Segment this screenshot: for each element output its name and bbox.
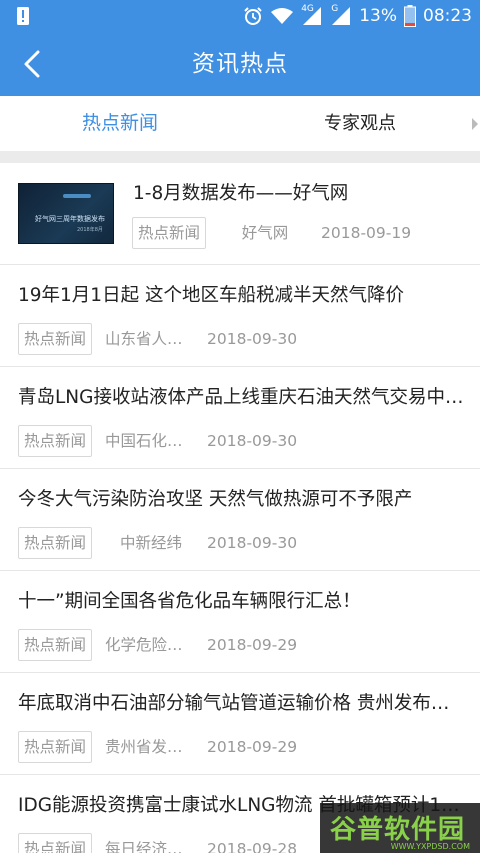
news-item[interactable]: 年底取消中石油部分输气站管道运输价格 贵州发布… 热点新闻 贵州省发改… 201…	[0, 673, 480, 775]
signal-icon	[332, 7, 351, 25]
news-date: 2018-09-28	[207, 840, 298, 853]
news-list[interactable]: 好气网三周年数据发布 2018年8月 1-8月数据发布——好气网 热点新闻 好气…	[0, 163, 480, 853]
chevron-right-icon[interactable]	[470, 114, 480, 134]
news-source: 中国石化新…	[105, 432, 197, 450]
category-tag: 热点新闻	[18, 629, 93, 661]
news-source: 贵州省发改…	[105, 738, 197, 756]
watermark-url: WWW.YXPDSD.COM	[390, 842, 470, 851]
category-tag: 热点新闻	[18, 527, 93, 559]
back-button[interactable]	[0, 32, 64, 96]
news-date: 2018-09-30	[207, 432, 298, 450]
news-source: 每日经济新…	[105, 840, 197, 853]
news-title: 今冬大气污染防治攻坚 天然气做热源可不予限产	[18, 489, 413, 510]
news-date: 2018-09-30	[207, 534, 298, 552]
news-item[interactable]: 19年1月1日起 这个地区车船税减半天然气降价 热点新闻 山东省人民… 2018…	[0, 265, 480, 367]
news-source: 化学危险品…	[105, 636, 197, 654]
tab-expert-views[interactable]: 专家观点	[240, 96, 480, 151]
news-item[interactable]: 好气网三周年数据发布 2018年8月 1-8月数据发布——好气网 热点新闻 好气…	[0, 163, 480, 265]
thumbnail-caption: 好气网三周年数据发布	[35, 215, 105, 223]
news-thumbnail: 好气网三周年数据发布 2018年8月	[18, 183, 114, 244]
news-title: 1-8月数据发布——好气网	[133, 183, 349, 204]
news-item[interactable]: 青岛LNG接收站液体产品上线重庆石油天然气交易中… 热点新闻 中国石化新… 20…	[0, 367, 480, 469]
news-title: 青岛LNG接收站液体产品上线重庆石油天然气交易中…	[18, 387, 464, 408]
category-tag: 热点新闻	[18, 731, 93, 763]
battery-icon	[404, 5, 416, 27]
category-tag: 热点新闻	[18, 323, 93, 355]
thumbnail-subcaption: 2018年8月	[77, 227, 103, 233]
tab-bar: 热点新闻 专家观点	[0, 96, 480, 151]
news-item[interactable]: 今冬大气污染防治攻坚 天然气做热源可不予限产 热点新闻 中新经纬 2018-09…	[0, 469, 480, 571]
news-source: 好气网	[241, 224, 289, 242]
news-title: 19年1月1日起 这个地区车船税减半天然气降价	[18, 285, 404, 306]
alarm-icon	[244, 7, 262, 25]
news-date: 2018-09-29	[207, 636, 298, 654]
app-bar: 资讯热点	[0, 32, 480, 96]
tab-hot-news[interactable]: 热点新闻	[0, 96, 240, 151]
clock: 08:23	[423, 6, 472, 26]
battery-percent: 13%	[359, 6, 397, 26]
category-tag: 热点新闻	[18, 833, 93, 853]
news-date: 2018-09-29	[207, 738, 298, 756]
wifi-icon	[271, 8, 294, 24]
watermark-text: 谷普软件园	[330, 815, 466, 845]
divider	[0, 151, 480, 163]
chevron-left-icon	[24, 50, 40, 78]
news-source: 山东省人民…	[105, 330, 197, 348]
status-bar: 4G G 13% 08:23	[0, 0, 480, 32]
signal-icon	[303, 7, 322, 25]
news-date: 2018-09-30	[207, 330, 298, 348]
category-tag: 热点新闻	[18, 425, 93, 457]
news-date: 2018-09-19	[321, 224, 412, 242]
watermark-logo: 谷普软件园 WWW.YXPDSD.COM	[320, 803, 480, 853]
thumbnail-logo-mark	[63, 194, 91, 198]
news-title: 十一”期间全国各省危化品车辆限行汇总！	[18, 591, 361, 612]
news-item[interactable]: 十一”期间全国各省危化品车辆限行汇总！ 热点新闻 化学危险品… 2018-09-…	[0, 571, 480, 673]
page-title: 资讯热点	[192, 51, 288, 77]
news-title: 年底取消中石油部分输气站管道运输价格 贵州发布…	[18, 693, 450, 714]
category-tag: 热点新闻	[132, 217, 207, 249]
alert-icon	[17, 7, 29, 25]
news-source: 中新经纬	[119, 534, 182, 552]
